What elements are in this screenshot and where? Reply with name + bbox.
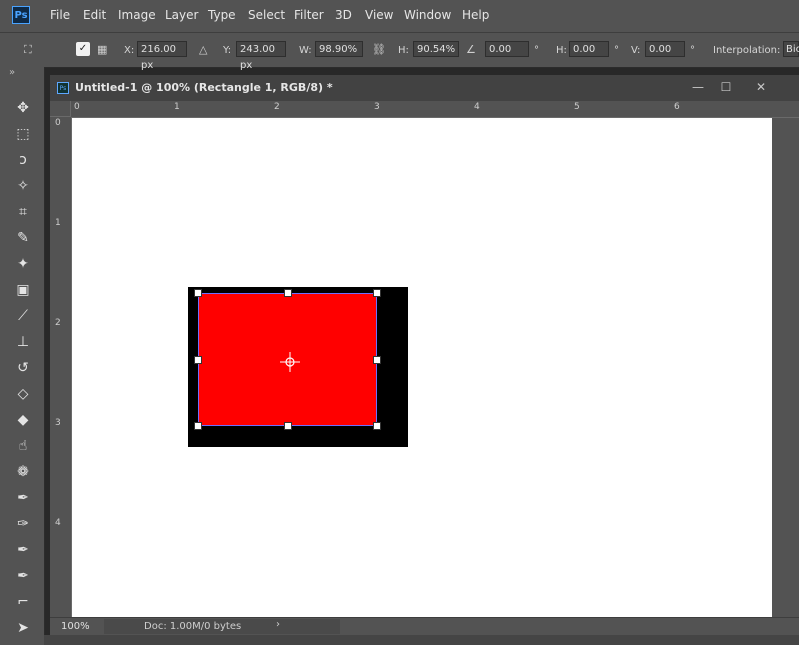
transform-handle-right[interactable] bbox=[373, 356, 381, 364]
transform-center-icon[interactable] bbox=[280, 352, 300, 372]
chevron-right-icon[interactable]: › bbox=[276, 619, 280, 630]
menu-edit[interactable]: Edit bbox=[83, 8, 106, 22]
collapse-icon[interactable]: » bbox=[9, 67, 15, 78]
w-label: W: bbox=[299, 45, 312, 56]
interpolation-label: Interpolation: bbox=[713, 45, 781, 56]
commit-checkbox[interactable]: ✓ bbox=[76, 42, 90, 56]
document-icon: Ps bbox=[57, 82, 69, 94]
spot-healing-icon[interactable]: ✦ bbox=[12, 253, 34, 275]
ruler-label: 6 bbox=[674, 102, 680, 112]
add-anchor-icon[interactable]: ✒ bbox=[12, 539, 34, 561]
menu-3d[interactable]: 3D bbox=[335, 8, 352, 22]
ruler-label: 2 bbox=[274, 102, 280, 112]
status-bar: 100% Doc: 1.00M/0 bytes › bbox=[50, 617, 799, 636]
healing-brush-icon[interactable]: ▣ bbox=[12, 279, 34, 301]
link-icon[interactable]: ⛓ bbox=[372, 43, 386, 56]
width-field[interactable]: 98.90% bbox=[315, 41, 363, 57]
path-selection-icon[interactable]: ➤ bbox=[12, 617, 34, 639]
document-title: Untitled-1 @ 100% (Rectangle 1, RGB/8) * bbox=[75, 81, 333, 94]
vertical-ruler[interactable]: 0 1 2 3 4 bbox=[50, 117, 72, 617]
eyedropper-icon[interactable]: ✎ bbox=[12, 227, 34, 249]
pen-icon[interactable]: ✒ bbox=[12, 487, 34, 509]
hskew-field[interactable]: 0.00 bbox=[569, 41, 609, 57]
transform-handle-top[interactable] bbox=[284, 289, 292, 297]
transform-handle-bottom-left[interactable] bbox=[194, 422, 202, 430]
marquee-icon[interactable]: ⬚ bbox=[12, 123, 34, 145]
ruler-label: 3 bbox=[55, 418, 61, 428]
ruler-label: 4 bbox=[55, 518, 61, 528]
document-info[interactable]: Doc: 1.00M/0 bytes bbox=[104, 619, 340, 634]
bottom-scrollbar[interactable] bbox=[44, 635, 799, 645]
menu-image[interactable]: Image bbox=[118, 8, 156, 22]
horizontal-ruler[interactable]: 0 1 2 3 4 5 6 bbox=[71, 101, 799, 118]
ruler-label: 0 bbox=[74, 102, 80, 112]
delta-icon[interactable]: △ bbox=[199, 43, 207, 56]
ruler-label: 0 bbox=[55, 118, 61, 128]
history-brush-icon[interactable]: ↺ bbox=[12, 357, 34, 379]
y-field[interactable]: 243.00 px bbox=[236, 41, 286, 71]
menu-file[interactable]: File bbox=[50, 8, 70, 22]
options-bar: ⛶ ✓ ▦ X: 216.00 px △ Y: 243.00 px W: 98.… bbox=[0, 32, 799, 71]
menu-help[interactable]: Help bbox=[462, 8, 489, 22]
reference-point-icon[interactable]: ▦ bbox=[97, 43, 107, 56]
move-icon[interactable]: ✥ bbox=[12, 97, 34, 119]
close-button[interactable]: ✕ bbox=[749, 77, 773, 97]
angle-unit: ° bbox=[534, 45, 539, 56]
photoshop-logo-icon: Ps bbox=[12, 6, 30, 24]
menu-type[interactable]: Type bbox=[208, 8, 236, 22]
ruler-origin[interactable] bbox=[50, 101, 71, 117]
vskew-label: V: bbox=[631, 45, 641, 56]
transform-handle-bottom[interactable] bbox=[284, 422, 292, 430]
smudge-icon[interactable]: ☝ bbox=[12, 435, 34, 457]
delete-anchor-icon[interactable]: ✒ bbox=[12, 565, 34, 587]
menu-window[interactable]: Window bbox=[404, 8, 451, 22]
paint-bucket-icon[interactable]: ◆ bbox=[12, 409, 34, 431]
brush-icon[interactable]: ⟋ bbox=[12, 305, 34, 327]
magic-wand-icon[interactable]: ✧ bbox=[12, 175, 34, 197]
menu-view[interactable]: View bbox=[365, 8, 393, 22]
minimize-button[interactable]: — bbox=[686, 77, 710, 97]
maximize-button[interactable]: ☐ bbox=[714, 77, 738, 97]
vskew-field[interactable]: 0.00 bbox=[645, 41, 685, 57]
zoom-level-field[interactable]: 100% bbox=[61, 621, 90, 632]
x-field[interactable]: 216.00 px bbox=[137, 41, 187, 71]
clone-stamp-icon[interactable]: ⊥ bbox=[12, 331, 34, 353]
ruler-label: 3 bbox=[374, 102, 380, 112]
transform-handle-top-right[interactable] bbox=[373, 289, 381, 297]
crop-icon[interactable]: ⌗ bbox=[12, 201, 34, 223]
y-label: Y: bbox=[223, 45, 232, 56]
freeform-pen-icon[interactable]: ✑ bbox=[12, 513, 34, 535]
angle-icon: ∠ bbox=[466, 43, 476, 56]
hskew-label: H: bbox=[556, 45, 567, 56]
height-field[interactable]: 90.54% bbox=[413, 41, 459, 57]
h-label: H: bbox=[398, 45, 409, 56]
menu-filter[interactable]: Filter bbox=[294, 8, 324, 22]
interpolation-select[interactable]: Bic bbox=[783, 41, 799, 57]
convert-point-icon[interactable]: ⌐ bbox=[12, 591, 34, 613]
document-canvas[interactable] bbox=[72, 118, 772, 617]
menu-select[interactable]: Select bbox=[248, 8, 285, 22]
sponge-icon[interactable]: ❁ bbox=[12, 461, 34, 483]
hskew-unit: ° bbox=[614, 45, 619, 56]
ruler-label: 1 bbox=[55, 218, 61, 228]
ruler-label: 4 bbox=[474, 102, 480, 112]
ruler-label: 2 bbox=[55, 318, 61, 328]
menu-bar: Ps File Edit Image Layer Type Select Fil… bbox=[0, 0, 799, 32]
eraser-icon[interactable]: ◇ bbox=[12, 383, 34, 405]
lasso-icon[interactable]: ↄ bbox=[12, 149, 34, 171]
transform-handle-top-left[interactable] bbox=[194, 289, 202, 297]
transform-handle-left[interactable] bbox=[194, 356, 202, 364]
tools-panel: » ✥ ⬚ ↄ ✧ ⌗ ✎ ✦ ▣ ⟋ ⊥ ↺ ◇ ◆ ☝ ❁ ✒ ✑ ✒ ✒ … bbox=[0, 67, 45, 645]
transform-tool-icon[interactable]: ⛶ bbox=[24, 43, 32, 57]
vskew-unit: ° bbox=[690, 45, 695, 56]
x-label: X: bbox=[124, 45, 135, 56]
transform-handle-bottom-right[interactable] bbox=[373, 422, 381, 430]
menu-layer[interactable]: Layer bbox=[165, 8, 198, 22]
document-tab[interactable]: Ps Untitled-1 @ 100% (Rectangle 1, RGB/8… bbox=[50, 75, 799, 102]
angle-field[interactable]: 0.00 bbox=[485, 41, 529, 57]
ruler-label: 1 bbox=[174, 102, 180, 112]
ruler-label: 5 bbox=[574, 102, 580, 112]
